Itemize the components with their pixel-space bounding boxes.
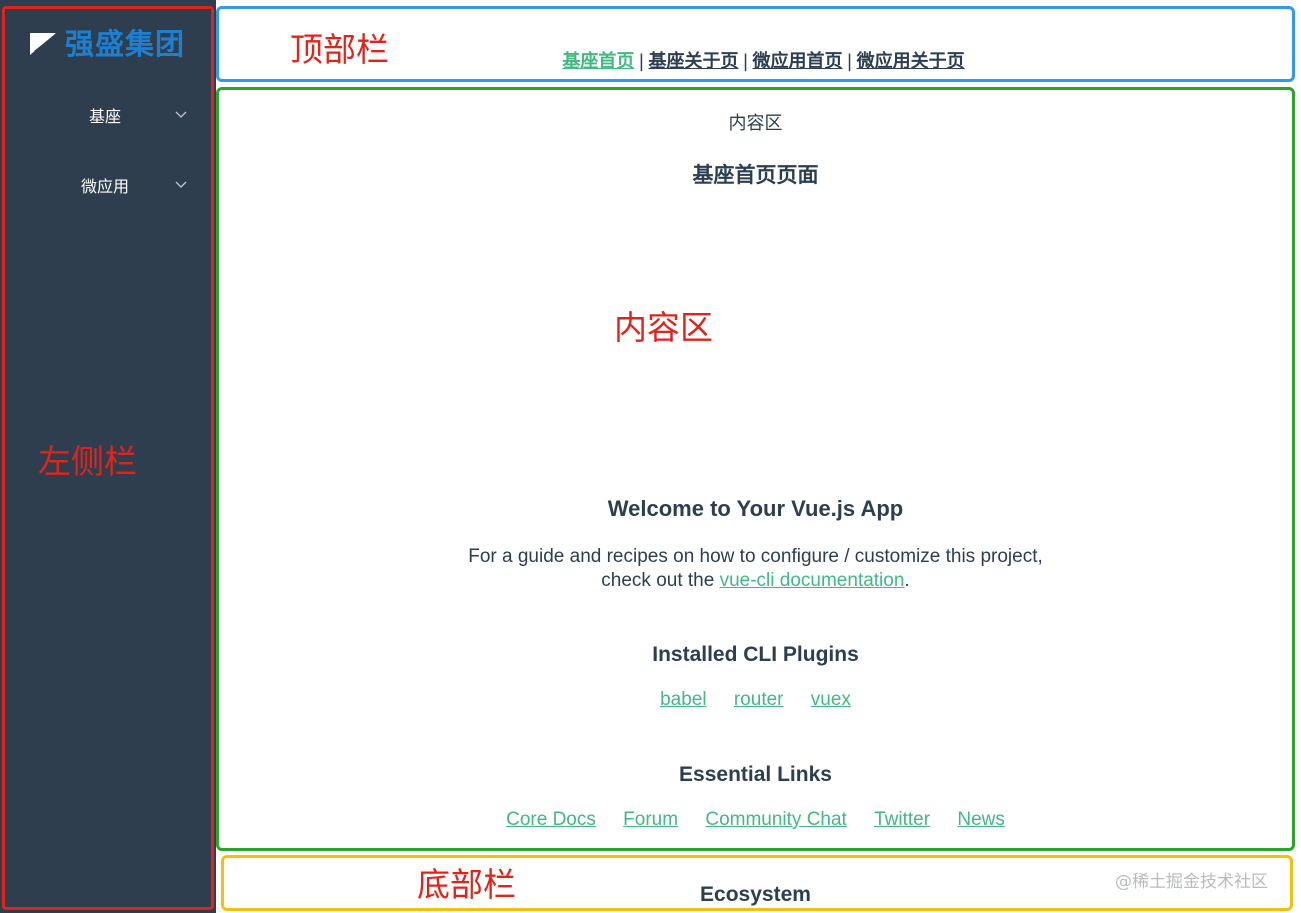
nav-separator: | bbox=[846, 51, 853, 72]
annotation-topbar: 顶部栏 bbox=[290, 30, 389, 69]
content-label: 内容区 bbox=[728, 113, 783, 134]
sidebar-item-label: 基座 bbox=[89, 107, 122, 126]
intro-suffix: . bbox=[904, 570, 910, 591]
logo-mark-icon bbox=[30, 33, 56, 55]
link-news[interactable]: News bbox=[957, 809, 1005, 830]
plugins-heading: Installed CLI Plugins bbox=[652, 643, 859, 666]
watermark: @稀土掘金技术社区 bbox=[1115, 872, 1268, 892]
welcome-heading: Welcome to Your Vue.js App bbox=[607, 496, 904, 521]
link-twitter[interactable]: Twitter bbox=[874, 809, 930, 830]
annotation-sidebar: 左侧栏 bbox=[38, 442, 137, 481]
chevron-down-icon bbox=[175, 181, 187, 188]
page-heading: 基座首页页面 bbox=[692, 163, 819, 187]
plugin-link-babel[interactable]: babel bbox=[660, 689, 707, 710]
nav-link-base-home[interactable]: 基座首页 bbox=[562, 51, 634, 72]
chevron-down-icon bbox=[175, 111, 187, 118]
intro-line-1: For a guide and recipes on how to config… bbox=[468, 546, 1043, 567]
nav-link-micro-about[interactable]: 微应用关于页 bbox=[857, 51, 965, 72]
content-area bbox=[216, 87, 1295, 851]
sidebar-item-micro-app[interactable]: 微应用 bbox=[0, 157, 210, 213]
plugin-link-vuex[interactable]: vuex bbox=[811, 689, 851, 710]
essential-links-list: Core Docs Forum Community Chat Twitter N… bbox=[216, 809, 1295, 831]
sidebar-item-base[interactable]: 基座 bbox=[0, 87, 210, 143]
vue-cli-docs-link[interactable]: vue-cli documentation bbox=[720, 570, 905, 591]
nav-separator: | bbox=[638, 51, 645, 72]
nav-link-micro-home[interactable]: 微应用首页 bbox=[753, 51, 843, 72]
plugins-list: babel router vuex bbox=[216, 689, 1295, 711]
nav-separator: | bbox=[742, 51, 749, 72]
link-core-docs[interactable]: Core Docs bbox=[506, 809, 596, 830]
intro-text: For a guide and recipes on how to config… bbox=[216, 545, 1295, 593]
annotation-content: 内容区 bbox=[614, 308, 713, 347]
logo[interactable]: 强盛集团 bbox=[30, 24, 186, 61]
link-forum[interactable]: Forum bbox=[623, 809, 678, 830]
nav-link-base-about[interactable]: 基座关于页 bbox=[648, 51, 738, 72]
logo-text: 强盛集团 bbox=[65, 27, 186, 61]
intro-line-2: check out the vue-cli documentation. bbox=[216, 569, 1295, 593]
sidebar-item-label: 微应用 bbox=[81, 177, 130, 196]
link-community-chat[interactable]: Community Chat bbox=[705, 809, 847, 830]
intro-prefix: check out the bbox=[601, 570, 720, 591]
plugin-link-router[interactable]: router bbox=[734, 689, 784, 710]
links-heading: Essential Links bbox=[679, 763, 832, 786]
